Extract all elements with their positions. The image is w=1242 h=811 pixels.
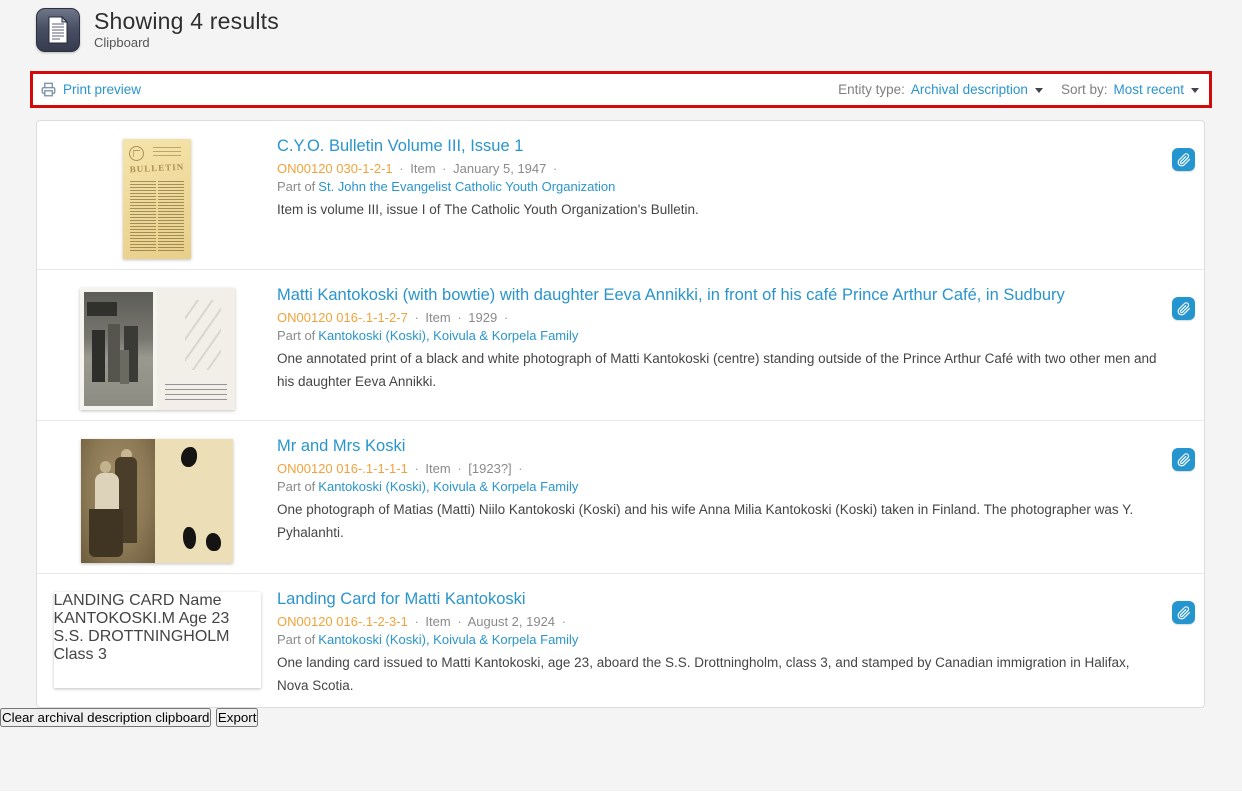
part-of-label: Part of (277, 179, 315, 194)
toolbar-filters: Entity type: Archival description Sort b… (838, 82, 1199, 97)
result-date: [1923?] (468, 461, 511, 476)
export-button[interactable]: Export (216, 708, 259, 727)
reference-code: ON00120 016-.1-1-2-7 (277, 310, 408, 325)
part-of-line: Part ofKantokoski (Koski), Koivula & Kor… (277, 479, 1164, 494)
result-body: Landing Card for Matti Kantokoski ON0012… (277, 589, 1204, 697)
result-thumbnail[interactable] (80, 288, 235, 410)
result-meta: ON00120 016-.1-1-1-1 · Item · [1923?] · (277, 461, 1164, 476)
level-of-description: Item (410, 161, 435, 176)
result-date: August 2, 1924 (468, 614, 555, 629)
paperclip-icon[interactable] (1172, 601, 1195, 624)
sort-by-dropdown[interactable]: Most recent (1113, 82, 1199, 97)
part-of-link[interactable]: Kantokoski (Koski), Koivula & Korpela Fa… (318, 632, 578, 647)
part-of-line: Part ofKantokoski (Koski), Koivula & Kor… (277, 328, 1164, 343)
result-description: Item is volume III, issue I of The Catho… (277, 199, 1164, 221)
photo-front (81, 439, 155, 563)
handwritten-annotation (165, 384, 227, 404)
paperclip-icon[interactable] (1172, 148, 1195, 171)
part-of-label: Part of (277, 479, 315, 494)
result-meta: ON00120 016-.1-2-3-1 · Item · August 2, … (277, 614, 1164, 629)
page-header: Showing 4 results Clipboard (0, 0, 1242, 62)
thumbnail-column: BULLETIN (37, 136, 277, 259)
result-meta: ON00120 016-.1-1-2-7 · Item · 1929 · (277, 310, 1164, 325)
result-item: Mr and Mrs Koski ON00120 016-.1-1-1-1 · … (37, 421, 1204, 574)
result-title-link[interactable]: Mr and Mrs Koski (277, 437, 405, 455)
entity-type-label: Entity type: (838, 82, 905, 97)
result-title-link[interactable]: C.Y.O. Bulletin Volume III, Issue 1 (277, 137, 523, 155)
reference-code: ON00120 016-.1-1-1-1 (277, 461, 408, 476)
clipboard-toolbar: Print preview Entity type: Archival desc… (30, 71, 1212, 108)
thumbnail-column (37, 436, 277, 563)
clear-clipboard-button[interactable]: Clear archival description clipboard (0, 708, 211, 727)
chevron-down-icon (1191, 88, 1199, 93)
result-description: One annotated print of a black and white… (277, 348, 1164, 393)
result-description: One landing card issued to Matti Kantoko… (277, 652, 1164, 697)
level-of-description: Item (425, 614, 450, 629)
result-date: 1929 (468, 310, 497, 325)
result-body: Matti Kantokoski (with bowtie) with daug… (277, 285, 1204, 393)
level-of-description: Item (425, 310, 450, 325)
photo-back (157, 288, 235, 410)
sort-by-label: Sort by: (1061, 82, 1108, 97)
result-description: One photograph of Matias (Matti) Niilo K… (277, 499, 1164, 544)
thumbnail-column (37, 285, 277, 410)
result-date: January 5, 1947 (453, 161, 546, 176)
result-thumbnail[interactable]: LANDING CARD Name KANTOKOSKI.M Age 23 S.… (54, 592, 261, 688)
result-meta: ON00120 030-1-2-1 · Item · January 5, 19… (277, 161, 1164, 176)
page-subtitle: Clipboard (94, 35, 279, 50)
document-glyph (45, 16, 71, 44)
result-thumbnail[interactable]: BULLETIN (123, 139, 191, 259)
part-of-label: Part of (277, 328, 315, 343)
result-item: Matti Kantokoski (with bowtie) with daug… (37, 270, 1204, 421)
clipboard-actions: Clear archival description clipboard Exp… (0, 708, 1242, 727)
landing-card-title: LANDING CARD (54, 592, 175, 609)
paperclip-icon[interactable] (1172, 448, 1195, 471)
print-preview-link[interactable]: Print preview (41, 82, 141, 97)
result-item: BULLETIN C.Y.O. Bulletin Volume III, Iss… (37, 121, 1204, 270)
thumbnail-column: LANDING CARD Name KANTOKOSKI.M Age 23 S.… (37, 589, 277, 688)
result-thumbnail[interactable] (81, 439, 233, 563)
part-of-label: Part of (277, 632, 315, 647)
result-body: Mr and Mrs Koski ON00120 016-.1-1-1-1 · … (277, 436, 1204, 544)
clipboard-page: Showing 4 results Clipboard Print previe… (0, 0, 1242, 791)
clipboard-document-icon (36, 8, 80, 52)
reference-code: ON00120 030-1-2-1 (277, 161, 393, 176)
part-of-link[interactable]: St. John the Evangelist Catholic Youth O… (318, 179, 615, 194)
photo-front (80, 288, 157, 410)
part-of-link[interactable]: Kantokoski (Koski), Koivula & Korpela Fa… (318, 328, 578, 343)
bulletin-emblem (129, 146, 144, 161)
photo-back (155, 439, 233, 563)
result-item: LANDING CARD Name KANTOKOSKI.M Age 23 S.… (37, 574, 1204, 707)
bulletin-masthead: BULLETIN (125, 161, 189, 174)
results-list: BULLETIN C.Y.O. Bulletin Volume III, Iss… (36, 120, 1205, 708)
part-of-line: Part ofSt. John the Evangelist Catholic … (277, 179, 1164, 194)
reference-code: ON00120 016-.1-2-3-1 (277, 614, 408, 629)
paperclip-icon[interactable] (1172, 297, 1195, 320)
part-of-link[interactable]: Kantokoski (Koski), Koivula & Korpela Fa… (318, 479, 578, 494)
sort-by-value: Most recent (1113, 82, 1184, 97)
level-of-description: Item (425, 461, 450, 476)
entity-type-dropdown[interactable]: Archival description (911, 82, 1043, 97)
printer-icon (41, 82, 56, 97)
result-body: C.Y.O. Bulletin Volume III, Issue 1 ON00… (277, 136, 1204, 222)
result-title-link[interactable]: Matti Kantokoski (with bowtie) with daug… (277, 286, 1065, 304)
page-title: Showing 4 results (94, 8, 279, 34)
part-of-line: Part ofKantokoski (Koski), Koivula & Kor… (277, 632, 1164, 647)
chevron-down-icon (1035, 88, 1043, 93)
print-preview-label: Print preview (63, 82, 141, 97)
entity-type-value: Archival description (911, 82, 1028, 97)
result-title-link[interactable]: Landing Card for Matti Kantokoski (277, 590, 526, 608)
